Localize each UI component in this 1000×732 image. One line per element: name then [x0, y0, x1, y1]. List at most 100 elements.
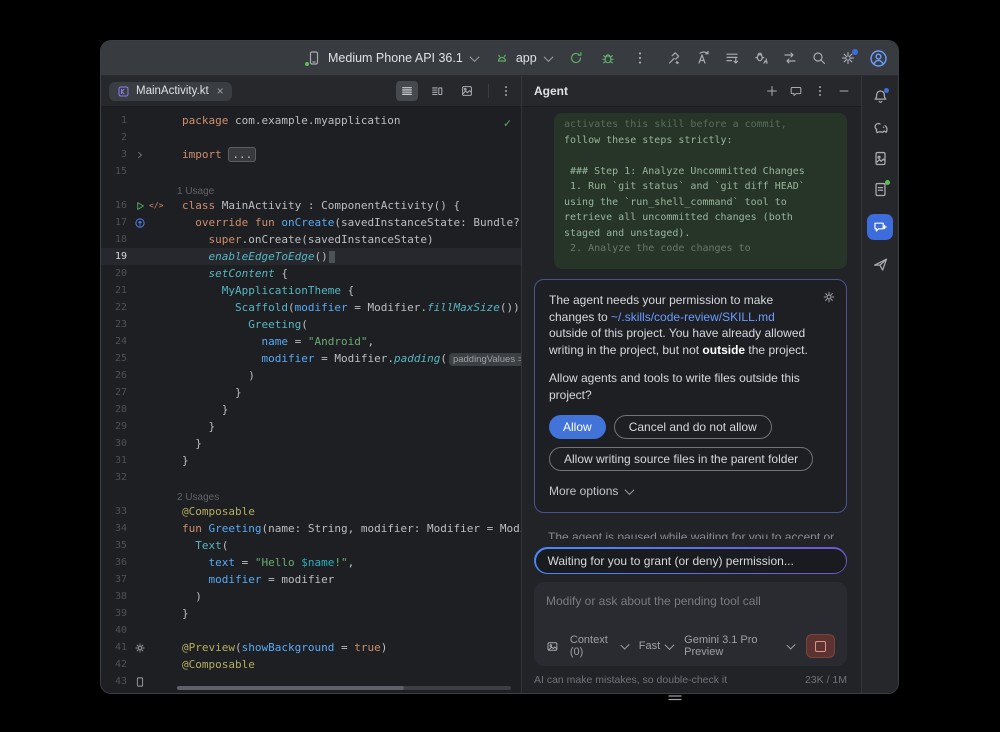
model-dropdown[interactable]: Gemini 3.1 Pro Preview	[684, 634, 794, 658]
line-number: 33	[101, 506, 127, 517]
code-line[interactable]: 34fun Greeting(name: String, modifier: M…	[101, 520, 521, 537]
code-editor[interactable]: 1package com.example.myapplication23impo…	[101, 107, 521, 693]
fold-arrow-icon[interactable]	[134, 149, 146, 161]
todo-list-icon[interactable]	[724, 50, 740, 66]
more-options-button[interactable]: More options	[549, 483, 832, 500]
code-line[interactable]: 26 )	[101, 367, 521, 384]
code-line[interactable]: 28 }	[101, 401, 521, 418]
agent-footer: AI can make mistakes, so double-check it…	[534, 674, 847, 686]
code-line[interactable]: 25 modifier = Modifier.padding(paddingVa…	[101, 350, 521, 367]
code-line[interactable]: 42@Composable	[101, 656, 521, 673]
code-line[interactable]: 41@Preview(showBackground = true)	[101, 639, 521, 656]
build-hammer-icon[interactable]	[666, 50, 682, 66]
code-line[interactable]: 30 }	[101, 435, 521, 452]
code-line[interactable]: 33@Composable	[101, 503, 521, 520]
user-avatar-icon[interactable]	[869, 49, 888, 68]
more-vertical-icon[interactable]	[632, 50, 648, 66]
agent-message-list[interactable]: activates this skill before a commit,fol…	[522, 107, 861, 539]
sync-branches-icon[interactable]	[782, 50, 798, 66]
code-line[interactable]: 17 override fun onCreate(savedInstanceSt…	[101, 214, 521, 231]
resize-grip[interactable]	[668, 688, 682, 706]
ai-rename-icon[interactable]	[695, 50, 711, 66]
tab-mainactivity[interactable]: MainActivity.kt ×	[109, 82, 232, 101]
agent-panel-header: Agent	[522, 76, 861, 107]
skill-text-line: staged and unstaged).	[564, 226, 837, 242]
restart-debug-icon[interactable]	[753, 50, 769, 66]
device-selector[interactable]: Medium Phone API 36.1	[306, 50, 478, 66]
view-split-button[interactable]	[426, 81, 448, 101]
search-icon[interactable]	[811, 50, 827, 66]
chat-history-icon[interactable]	[789, 84, 803, 98]
debug-bug-icon[interactable]	[600, 50, 616, 66]
code-line[interactable]: 15	[101, 163, 521, 180]
code-line[interactable]: 32	[101, 469, 521, 486]
line-number: 26	[101, 370, 127, 381]
stop-button[interactable]	[806, 634, 835, 658]
attach-image-icon[interactable]	[546, 639, 559, 654]
code-line[interactable]: 31}	[101, 452, 521, 469]
device-manager-icon[interactable]	[872, 150, 889, 167]
agent-composer[interactable]: Context (0) Fast Gemini 3.1 Pro Preview	[534, 582, 847, 666]
gradle-icon[interactable]	[872, 119, 889, 136]
skill-text-line: using the `run_shell_command` tool to	[564, 195, 837, 211]
view-design-button[interactable]	[456, 81, 478, 101]
settings-gear-icon[interactable]	[840, 50, 856, 66]
code-line[interactable]: 39}	[101, 605, 521, 622]
skill-file-link[interactable]: ~/.skills/code-review/SKILL.md	[611, 310, 775, 324]
code-line[interactable]: 21 MyApplicationTheme {	[101, 282, 521, 299]
code-line[interactable]: 38 )	[101, 588, 521, 605]
code-line[interactable]: 40	[101, 622, 521, 639]
permission-settings-icon[interactable]	[822, 290, 836, 304]
view-code-button[interactable]	[396, 81, 418, 101]
airplane-icon[interactable]	[872, 256, 889, 273]
more-vertical-icon[interactable]	[813, 84, 827, 98]
allow-parent-folder-button[interactable]: Allow writing source files in the parent…	[549, 447, 813, 471]
code-line[interactable]: 27 }	[101, 384, 521, 401]
rerun-icon[interactable]	[568, 50, 584, 66]
new-chat-icon[interactable]	[765, 84, 779, 98]
notifications-bell-icon[interactable]	[872, 88, 889, 105]
override-method-icon[interactable]	[134, 217, 146, 229]
code-text: }	[182, 420, 215, 433]
code-line[interactable]: 36 text = "Hello $name!",	[101, 554, 521, 571]
line-number: 23	[101, 319, 127, 330]
code-line[interactable]: 19 enableEdgeToEdge()	[101, 248, 521, 265]
skill-text-line: 2. Analyze the code changes to	[564, 241, 837, 257]
code-line[interactable]: 3import ...	[101, 146, 521, 163]
gemini-agent-tool-button[interactable]	[867, 214, 893, 240]
code-line[interactable]: 1package com.example.myapplication	[101, 112, 521, 129]
allow-button[interactable]: Allow	[549, 415, 606, 439]
chevron-down-icon	[543, 52, 553, 62]
context-dropdown[interactable]: Context (0)	[570, 634, 628, 658]
line-number: 36	[101, 557, 127, 568]
code-line[interactable]: 16</>class MainActivity : ComponentActiv…	[101, 197, 521, 214]
code-line[interactable]: 35 Text(	[101, 537, 521, 554]
stop-icon	[815, 641, 826, 652]
code-line[interactable]: 22 Scaffold(modifier = Modifier.fillMaxS…	[101, 299, 521, 316]
usages-hint[interactable]: 1 Usage	[101, 180, 521, 197]
inspection-ok-icon[interactable]: ✓	[504, 116, 511, 130]
composer-input[interactable]	[546, 594, 835, 608]
speed-dropdown[interactable]: Fast	[639, 640, 673, 652]
hide-panel-icon[interactable]	[837, 84, 851, 98]
more-vertical-icon[interactable]	[499, 84, 513, 98]
compose-preview-icon[interactable]: </>	[149, 200, 163, 212]
run-config-selector[interactable]: app	[494, 50, 552, 66]
run-app-icon[interactable]	[134, 200, 146, 212]
running-devices-icon[interactable]	[872, 181, 889, 198]
code-line[interactable]: 37 modifier = modifier	[101, 571, 521, 588]
code-line[interactable]: 2	[101, 129, 521, 146]
horizontal-scrollbar[interactable]	[177, 686, 511, 690]
preview-settings-icon[interactable]	[134, 642, 146, 654]
code-line[interactable]: 18 super.onCreate(savedInstanceState)	[101, 231, 521, 248]
close-icon[interactable]: ×	[217, 85, 224, 97]
ide-window: Medium Phone API 36.1 app	[100, 40, 899, 694]
code-line[interactable]: 24 name = "Android",	[101, 333, 521, 350]
preview-device-icon[interactable]	[134, 676, 146, 688]
cancel-button[interactable]: Cancel and do not allow	[614, 415, 772, 439]
code-line[interactable]: 20 setContent {	[101, 265, 521, 282]
line-number: 42	[101, 659, 127, 670]
code-line[interactable]: 29 }	[101, 418, 521, 435]
usages-hint[interactable]: 2 Usages	[101, 486, 521, 503]
code-line[interactable]: 23 Greeting(	[101, 316, 521, 333]
